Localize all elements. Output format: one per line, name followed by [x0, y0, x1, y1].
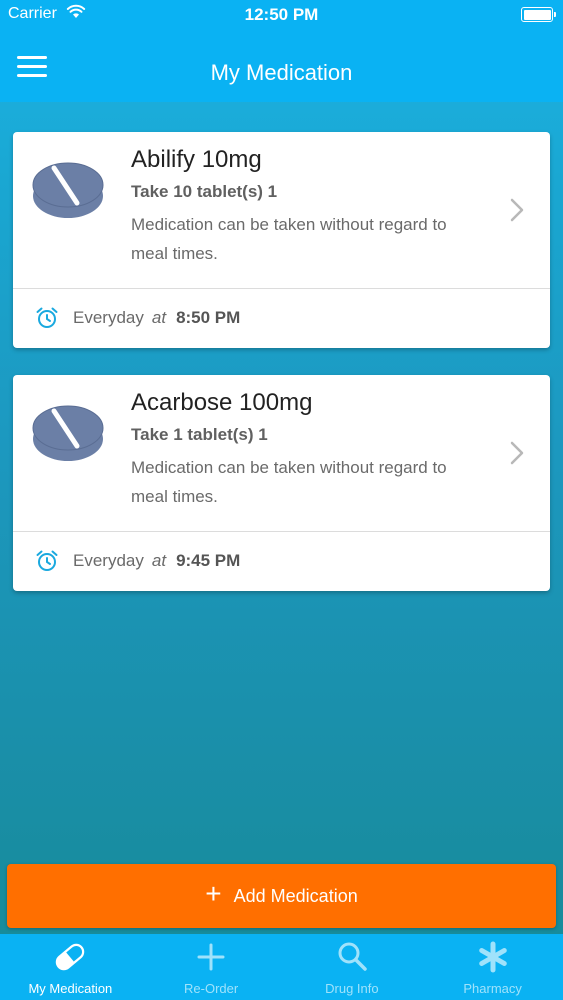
tablet-icon [32, 162, 104, 218]
reminder-time: 9:45 PM [176, 551, 241, 570]
tab-label: My Medication [28, 981, 113, 996]
medication-name: Abilify 10mg [131, 146, 262, 173]
tab-pharmacy[interactable]: Pharmacy [422, 934, 563, 1000]
reminder-frequency: Everyday [73, 551, 144, 570]
pill-icon [56, 943, 85, 971]
reminder-at: at [151, 308, 167, 327]
search-icon [338, 942, 367, 971]
tab-label: Drug Info [325, 981, 379, 996]
nav-bar: My Medication [0, 30, 563, 102]
medication-dose: Take 1 tablet(s) 1 [131, 425, 268, 444]
page-title: My Medication [210, 60, 353, 85]
tab-re-order[interactable]: Re-Order [141, 934, 282, 1000]
chevron-right-icon[interactable] [508, 439, 526, 467]
medication-dose: Take 10 tablet(s) 1 [131, 182, 278, 201]
tablet-icon [32, 405, 104, 461]
add-medication-button[interactable]: + Add Medication [7, 864, 556, 928]
plus-icon: + [205, 878, 222, 909]
card-divider [13, 531, 550, 532]
plus-icon [197, 943, 225, 971]
status-bar: Carrier 12:50 PM [0, 0, 563, 30]
medication-name: Acarbose 100mg [131, 389, 313, 416]
card-divider [13, 288, 550, 289]
asterisk-icon [478, 941, 507, 973]
clock-time: 12:50 PM [244, 5, 319, 24]
medication-card[interactable]: Acarbose 100mg Take 1 tablet(s) 1 Medica… [13, 375, 550, 591]
reminder-time: 8:50 PM [176, 308, 241, 327]
battery-icon [521, 7, 556, 22]
alarm-clock-icon [36, 550, 58, 571]
reminder-schedule: Everyday at 8:50 PM [35, 306, 240, 330]
tab-label: Re-Order [184, 981, 239, 996]
chevron-right-icon[interactable] [508, 196, 526, 224]
tab-bar: My Medication Re-Order Drug Info Pharmac… [0, 934, 563, 1000]
tab-my-medication[interactable]: My Medication [0, 934, 141, 1000]
add-medication-label: Add Medication [233, 885, 358, 906]
reminder-at: at [151, 551, 167, 570]
reminder-schedule: Everyday at 9:45 PM [35, 549, 240, 573]
tab-drug-info[interactable]: Drug Info [282, 934, 423, 1000]
medication-card[interactable]: Abilify 10mg Take 10 tablet(s) 1 Medicat… [13, 132, 550, 348]
medication-note: Medication can be taken without regard t… [131, 215, 447, 263]
tab-label: Pharmacy [463, 981, 522, 996]
medication-note: Medication can be taken without regard t… [131, 458, 447, 506]
alarm-clock-icon [36, 307, 58, 328]
reminder-frequency: Everyday [73, 308, 144, 327]
